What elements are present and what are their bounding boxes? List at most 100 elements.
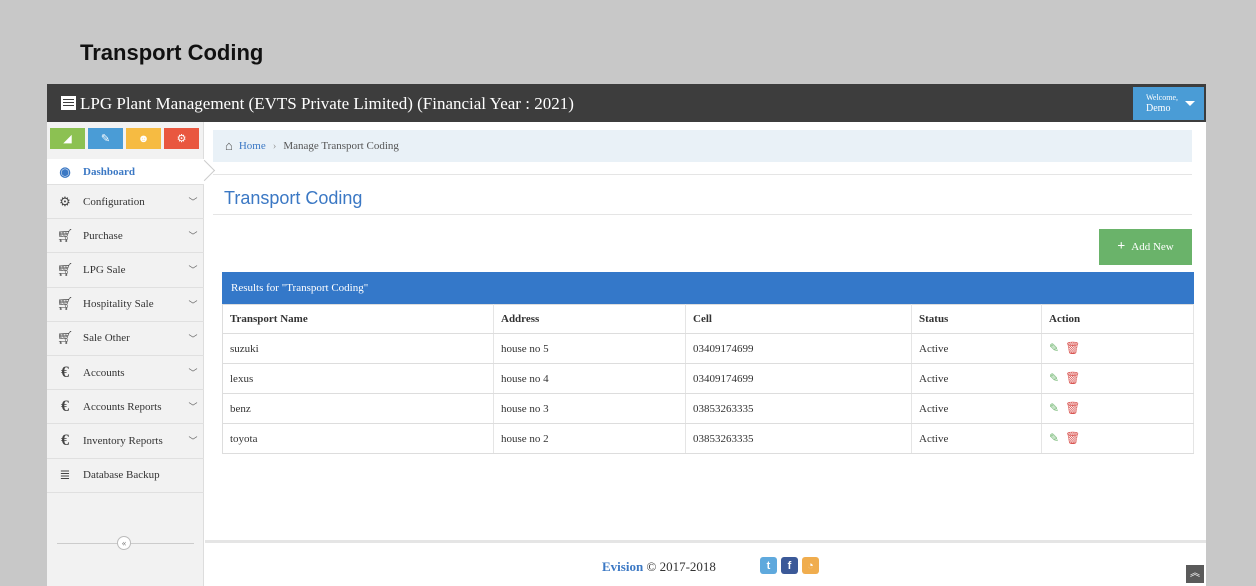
table-row: benz house no 3 03853263335 Active ✎ 🗑︎ (222, 393, 1194, 424)
double-chevron-left-icon: « (121, 538, 127, 548)
cell-actions: ✎ 🗑︎ (1041, 333, 1194, 364)
add-new-label: Add New (1131, 241, 1174, 253)
column-header[interactable]: Transport Name (222, 304, 494, 334)
sidebar: ◢ ✎ ☻ ⚙ ◉ Dashboard ⚙ Configuration ﹀ 🛒︎… (47, 122, 204, 586)
sidebar-item-purchase[interactable]: 🛒︎ Purchase ﹀ (47, 219, 204, 254)
cell-address: house no 2 (493, 423, 686, 454)
sidebar-item-hospitality-sale[interactable]: 🛒︎ Hospitality Sale ﹀ (47, 288, 204, 322)
sidebar-item-configuration[interactable]: ⚙ Configuration ﹀ (47, 185, 204, 220)
cell-status: Active (911, 393, 1042, 424)
trash-icon[interactable]: 🗑︎ (1065, 401, 1080, 416)
trash-icon[interactable]: 🗑︎ (1065, 341, 1080, 356)
chevron-down-icon: ﹀ (188, 402, 198, 413)
breadcrumb-separator-icon: › (272, 140, 277, 152)
column-header[interactable]: Cell (685, 304, 912, 334)
cart-icon: 🛒︎ (56, 261, 74, 277)
divider (213, 214, 1192, 215)
cell-phone: 03409174699 (685, 333, 912, 364)
home-icon: ⌂ (225, 138, 233, 153)
chevron-down-icon: ﹀ (188, 368, 198, 379)
sidebar-item-label: Database Backup (83, 469, 160, 482)
results-header: Results for "Transport Coding" (222, 272, 1194, 304)
sidebar-item-label: Purchase (83, 229, 123, 242)
database-icon: ≣ (59, 467, 71, 483)
add-new-button[interactable]: + Add New (1099, 229, 1192, 265)
shortcut-users-button[interactable]: ☻ (126, 128, 161, 149)
sidebar-item-database-backup[interactable]: ≣ Database Backup (47, 459, 204, 493)
cogs-icon: ⚙ (176, 133, 187, 145)
column-header: Action (1041, 304, 1194, 334)
breadcrumb-current: Manage Transport Coding (283, 140, 399, 152)
cell-actions: ✎ 🗑︎ (1041, 393, 1194, 424)
section-title: Transport Coding (224, 188, 363, 208)
welcome-label: Welcome, (1146, 93, 1179, 102)
facebook-icon[interactable]: f (781, 557, 798, 574)
cell-address: house no 5 (493, 333, 686, 364)
pencil-icon: ✎ (100, 133, 111, 145)
breadcrumb-home-link[interactable]: Home (239, 140, 266, 152)
sidebar-item-label: Dashboard (83, 165, 135, 178)
edit-icon[interactable]: ✎ (1049, 371, 1059, 386)
chevron-down-icon: ﹀ (188, 197, 198, 208)
chevron-down-icon: ﹀ (188, 333, 198, 344)
page-title: Transport Coding (80, 40, 264, 65)
sidebar-shortcuts: ◢ ✎ ☻ ⚙ (50, 128, 199, 149)
sidebar-item-accounts[interactable]: € Accounts ﹀ (47, 356, 204, 391)
cell-actions: ✎ 🗑︎ (1041, 363, 1194, 394)
sidebar-item-label: LPG Sale (83, 263, 126, 276)
sidebar-item-label: Configuration (83, 195, 145, 208)
cell-address: house no 3 (493, 393, 686, 424)
rss-icon[interactable]: ◔ (802, 557, 819, 574)
column-header[interactable]: Status (911, 304, 1042, 334)
transport-table: Transport Name Address Cell Status Actio… (222, 304, 1194, 454)
euro-icon: € (61, 363, 69, 381)
app-logo-icon (61, 96, 76, 110)
sidebar-item-label: Hospitality Sale (83, 298, 154, 311)
cogs-icon: ⚙ (59, 193, 71, 209)
shortcut-stats-button[interactable]: ◢ (50, 128, 85, 149)
footer: Evision © 2017-2018 t f ◔ (205, 540, 1206, 586)
column-header[interactable]: Address (493, 304, 686, 334)
cell-phone: 03853263335 (685, 423, 912, 454)
footer-brand-link[interactable]: Evision (602, 559, 643, 574)
table-header-row: Transport Name Address Cell Status Actio… (222, 304, 1194, 334)
trash-icon[interactable]: 🗑︎ (1065, 431, 1080, 446)
table-row: suzuki house no 5 03409174699 Active ✎ 🗑︎ (222, 333, 1194, 364)
sidebar-collapse: « (47, 532, 204, 554)
cell-transport-name: suzuki (222, 333, 494, 364)
sidebar-nav: ◉ Dashboard ⚙ Configuration ﹀ 🛒︎ Purchas… (47, 159, 204, 493)
cell-transport-name: lexus (222, 363, 494, 394)
sidebar-item-label: Inventory Reports (83, 434, 163, 447)
sidebar-item-dashboard[interactable]: ◉ Dashboard (47, 159, 204, 185)
user-menu-button[interactable]: Welcome, Demo (1133, 87, 1204, 120)
sidebar-item-accounts-reports[interactable]: € Accounts Reports ﹀ (47, 390, 204, 425)
euro-icon: € (61, 397, 69, 415)
cell-address: house no 4 (493, 363, 686, 394)
edit-icon[interactable]: ✎ (1049, 431, 1059, 446)
edit-icon[interactable]: ✎ (1049, 401, 1059, 416)
sidebar-item-sale-other[interactable]: 🛒︎ Sale Other ﹀ (47, 322, 204, 356)
shortcut-settings-button[interactable]: ⚙ (164, 128, 199, 149)
shortcut-edit-button[interactable]: ✎ (88, 128, 123, 149)
social-links: t f ◔ (760, 557, 819, 574)
twitter-icon[interactable]: t (760, 557, 777, 574)
double-chevron-up-icon: ︽ (1190, 568, 1200, 579)
breadcrumb: ⌂ Home › Manage Transport Coding (213, 130, 1192, 162)
sidebar-item-lpg-sale[interactable]: 🛒︎ LPG Sale ﹀ (47, 253, 204, 288)
app-title: LPG Plant Management (EVTS Private Limit… (80, 94, 574, 113)
cell-phone: 03853263335 (685, 393, 912, 424)
sidebar-item-label: Accounts (83, 366, 125, 379)
chevron-down-icon: ﹀ (188, 436, 198, 447)
scroll-to-top-button[interactable]: ︽ (1186, 565, 1204, 583)
trash-icon[interactable]: 🗑︎ (1065, 371, 1080, 386)
copyright-text: © 2017-2018 (646, 559, 716, 574)
cell-status: Active (911, 363, 1042, 394)
cell-phone: 03409174699 (685, 363, 912, 394)
cell-status: Active (911, 423, 1042, 454)
collapse-sidebar-button[interactable]: « (117, 536, 131, 550)
app-window: LPG Plant Management (EVTS Private Limit… (47, 84, 1206, 586)
edit-icon[interactable]: ✎ (1049, 341, 1059, 356)
sidebar-item-inventory-reports[interactable]: € Inventory Reports ﹀ (47, 424, 204, 459)
table-row: lexus house no 4 03409174699 Active ✎ 🗑︎ (222, 363, 1194, 394)
cart-icon: 🛒︎ (56, 227, 74, 243)
